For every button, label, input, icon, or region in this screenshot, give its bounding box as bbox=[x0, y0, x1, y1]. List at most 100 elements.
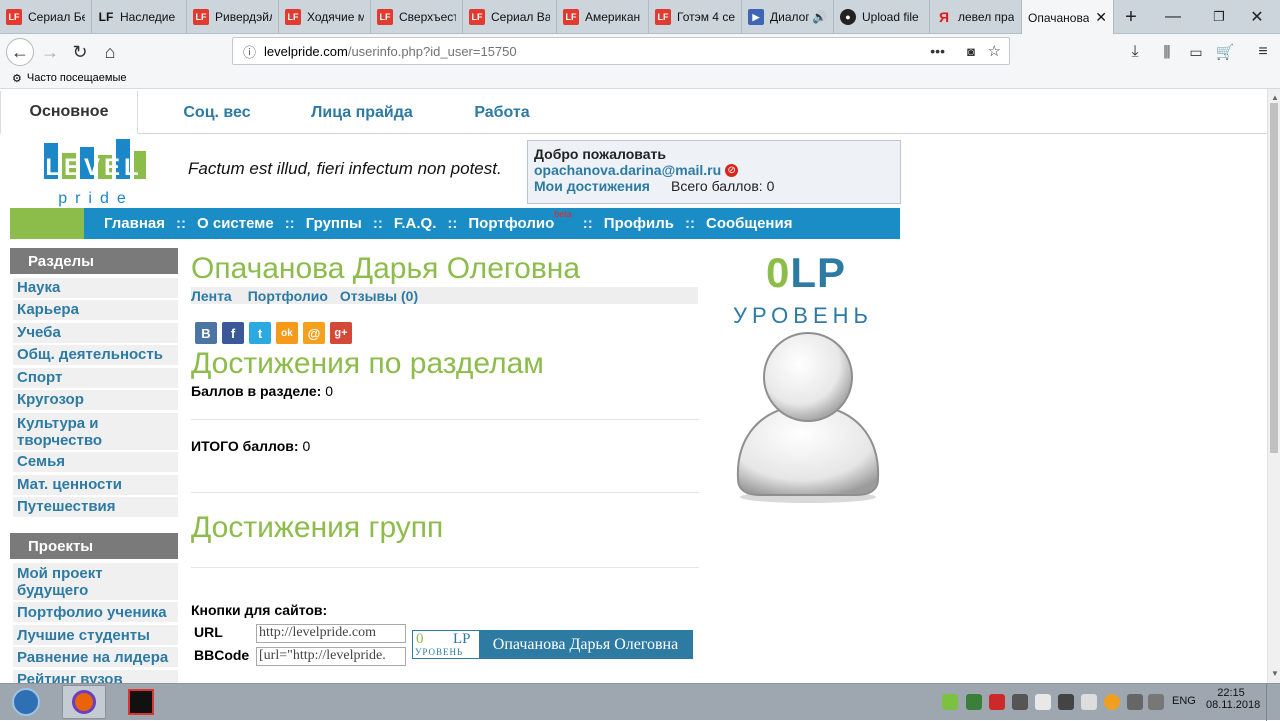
browser-tab[interactable]: LF Готэм 4 се bbox=[649, 0, 742, 34]
info-icon[interactable]: ⓘ bbox=[243, 42, 256, 61]
vertical-scrollbar[interactable]: ▲ ▼ bbox=[1267, 89, 1280, 683]
menu-portfolio[interactable]: Портфолиоbeta bbox=[468, 209, 571, 232]
minimize-icon[interactable]: — bbox=[1150, 0, 1196, 34]
sidebar-item-outlook[interactable]: Кругозор bbox=[13, 390, 178, 410]
sidebar-item-travel[interactable]: Путешествия bbox=[13, 497, 178, 517]
sidebar-item-study[interactable]: Учеба bbox=[13, 323, 178, 343]
sidebar-item-social-activity[interactable]: Общ. деятельность bbox=[13, 345, 178, 365]
vk-icon[interactable]: В bbox=[195, 322, 217, 344]
clock[interactable]: 22:15 08.11.2018 bbox=[1206, 687, 1260, 711]
odnoklassniki-icon[interactable]: ok bbox=[276, 322, 298, 344]
sidebar-item-university-rating[interactable]: Рейтинг вузов bbox=[13, 670, 178, 683]
more-icon[interactable]: ••• bbox=[930, 43, 945, 59]
tab-work[interactable]: Работа bbox=[452, 91, 552, 134]
language-indicator[interactable]: ENG bbox=[1172, 695, 1196, 707]
tray-tool-icon[interactable] bbox=[1012, 694, 1028, 710]
browser-tab[interactable]: LF Ривердэйл bbox=[187, 0, 279, 34]
show-desktop-button[interactable] bbox=[1266, 684, 1280, 721]
sidebar-item-family[interactable]: Семья bbox=[13, 452, 178, 472]
scroll-thumb[interactable] bbox=[1270, 103, 1278, 453]
subtab-feed[interactable]: Лента bbox=[191, 288, 232, 304]
browser-tab[interactable]: LF Ходячие м bbox=[279, 0, 371, 34]
reload-icon[interactable]: ↻ bbox=[66, 38, 94, 66]
facebook-icon[interactable]: f bbox=[222, 322, 244, 344]
url-code-field[interactable]: http://levelpride.com bbox=[256, 624, 406, 643]
home-icon[interactable]: ⌂ bbox=[96, 38, 124, 66]
tab-social-weight[interactable]: Соц. вес bbox=[150, 91, 284, 134]
user-email-link[interactable]: opachanova.darina@mail.ru bbox=[534, 162, 721, 178]
subtab-portfolio[interactable]: Портфолио bbox=[248, 288, 328, 304]
browser-tab[interactable]: ● Upload file bbox=[834, 0, 930, 34]
new-tab-icon[interactable]: + bbox=[1114, 0, 1148, 34]
browser-tab[interactable]: LF Сериал Ва bbox=[463, 0, 557, 34]
back-icon[interactable]: ← bbox=[6, 38, 34, 66]
site-logo[interactable]: LEVEL pride bbox=[38, 137, 150, 207]
browser-tab[interactable]: Ялевел пра bbox=[930, 0, 1022, 34]
yandex-icon: Я bbox=[938, 9, 950, 25]
subtab-reviews[interactable]: Отзывы (0) bbox=[340, 288, 418, 304]
url-bar[interactable]: ⓘ levelpride.com/userinfo.php?id_user=15… bbox=[232, 37, 1010, 65]
google-plus-icon[interactable]: g+ bbox=[330, 322, 352, 344]
tab-main[interactable]: Основное bbox=[0, 91, 138, 134]
tray-printer-icon[interactable] bbox=[1035, 694, 1051, 710]
profile-badge[interactable]: 0 LP УРОВЕНЬ Опачанова Дарья Олеговна bbox=[412, 630, 693, 659]
download-icon[interactable]: ⤓ bbox=[1121, 38, 1149, 66]
my-achievements-link[interactable]: Мои достижения bbox=[534, 178, 650, 194]
start-button[interactable] bbox=[6, 686, 46, 718]
forward-icon[interactable]: → bbox=[36, 38, 64, 66]
tray-app3-icon[interactable] bbox=[1081, 694, 1097, 710]
twitter-icon[interactable]: t bbox=[249, 322, 271, 344]
social-share-buttons: В f t ok @ g+ bbox=[195, 322, 357, 344]
bookmark-most-visited[interactable]: Часто посещаемые bbox=[27, 72, 127, 84]
firefox-taskbar-icon[interactable] bbox=[62, 685, 106, 719]
bbcode-field[interactable]: [url="http://levelpride. bbox=[256, 647, 406, 666]
browser-tab[interactable]: LF Наследие bbox=[92, 0, 187, 34]
logout-icon[interactable]: ⊘ bbox=[725, 163, 739, 177]
browser-tab[interactable]: LF Сверхъест bbox=[371, 0, 463, 34]
scroll-down-icon[interactable]: ▼ bbox=[1271, 669, 1279, 678]
scroll-up-icon[interactable]: ▲ bbox=[1271, 93, 1279, 102]
pocket-icon[interactable]: ◙ bbox=[967, 44, 975, 59]
app-taskbar-icon[interactable] bbox=[119, 685, 163, 719]
sidebar-item-student-portfolio[interactable]: Портфолио ученика bbox=[13, 602, 178, 622]
play-icon: ▶ bbox=[748, 9, 764, 25]
close-tab-icon[interactable]: ✕ bbox=[1095, 9, 1107, 26]
tray-app4-icon[interactable] bbox=[1104, 694, 1120, 710]
mailru-icon[interactable]: @ bbox=[303, 322, 325, 344]
speaker-icon[interactable]: 🔊 bbox=[812, 10, 827, 24]
cart-icon[interactable]: 🛒 bbox=[1211, 38, 1239, 66]
menu-icon[interactable]: ≡ bbox=[1249, 38, 1277, 66]
browser-tab[interactable]: LF Американ bbox=[557, 0, 649, 34]
tab-title: Американ bbox=[585, 10, 641, 24]
network-icon[interactable] bbox=[1127, 694, 1143, 710]
tray-app2-icon[interactable] bbox=[1058, 694, 1074, 710]
browser-tab-active[interactable]: Опачанова ✕ bbox=[1022, 0, 1114, 35]
menu-messages[interactable]: Сообщения bbox=[706, 215, 792, 232]
divider bbox=[191, 419, 699, 420]
shield-icon[interactable] bbox=[989, 694, 1005, 710]
sidebar-item-career[interactable]: Карьера bbox=[13, 300, 178, 320]
browser-tab[interactable]: ▶ Диалог 🔊 bbox=[742, 0, 834, 34]
sidebar-icon[interactable]: ▭ bbox=[1182, 38, 1210, 66]
sidebar-item-material-values[interactable]: Мат. ценности bbox=[13, 475, 178, 495]
sidebar-item-best-students[interactable]: Лучшие студенты bbox=[13, 625, 178, 645]
sidebar-item-leader[interactable]: Равнение на лидера bbox=[13, 647, 178, 667]
volume-icon[interactable] bbox=[1148, 694, 1164, 710]
sidebar-item-culture[interactable]: Культура и творчество bbox=[13, 413, 178, 450]
menu-about[interactable]: О системе bbox=[197, 215, 274, 232]
nvidia-icon[interactable] bbox=[942, 694, 958, 710]
menu-home[interactable]: Главная bbox=[104, 215, 165, 232]
sidebar-item-sport[interactable]: Спорт bbox=[13, 368, 178, 388]
sidebar-item-science[interactable]: Наука bbox=[13, 278, 178, 298]
close-window-icon[interactable]: ✕ bbox=[1234, 0, 1280, 34]
menu-faq[interactable]: F.A.Q. bbox=[394, 215, 437, 232]
tab-pride-faces[interactable]: Лица прайда bbox=[292, 91, 432, 134]
menu-profile[interactable]: Профиль bbox=[604, 215, 674, 232]
library-icon[interactable]: ⫼ bbox=[1153, 38, 1181, 66]
bookmark-star-icon[interactable]: ☆ bbox=[988, 42, 1001, 60]
sidebar-item-future-project[interactable]: Мой проект будущего bbox=[13, 563, 178, 600]
tray-app-icon[interactable] bbox=[966, 694, 982, 710]
browser-tab[interactable]: LF Сериал Бе bbox=[0, 0, 92, 34]
welcome-title: Добро пожаловать bbox=[534, 146, 666, 162]
menu-groups[interactable]: Группы bbox=[306, 215, 362, 232]
